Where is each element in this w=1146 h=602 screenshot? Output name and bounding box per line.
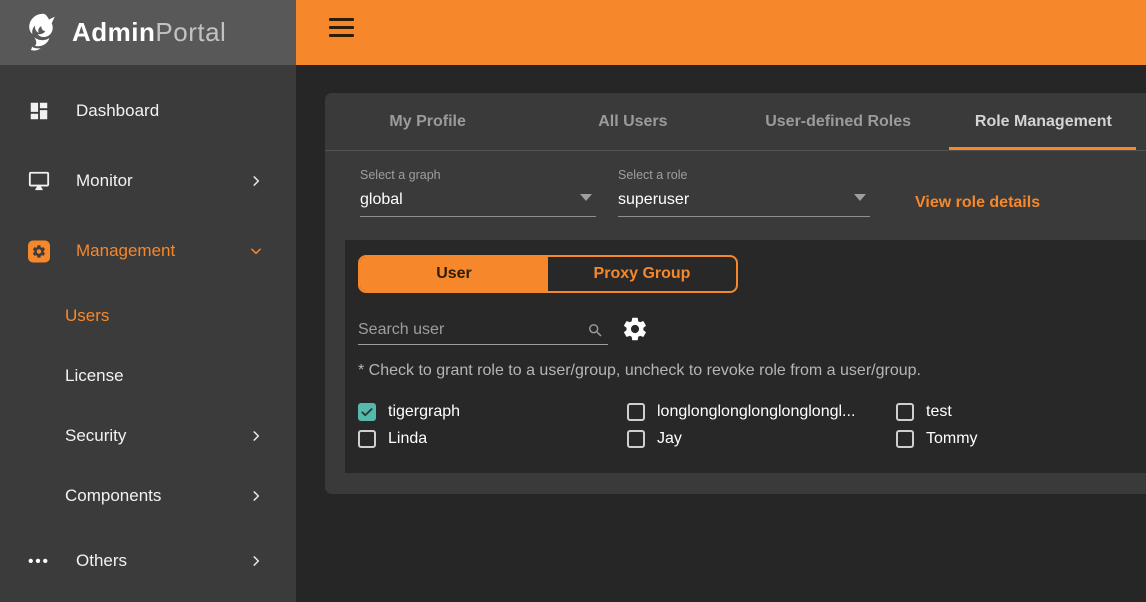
sidebar-item-label: Monitor [76, 171, 133, 191]
tab-my-profile[interactable]: My Profile [325, 93, 530, 150]
search-user-input[interactable] [358, 315, 608, 345]
toggle-user-button[interactable]: User [360, 257, 548, 291]
sidebar-item-dashboard[interactable]: Dashboard [0, 94, 296, 128]
user-checkbox-jay[interactable]: Jay [627, 425, 896, 452]
user-name: tigergraph [388, 403, 460, 421]
dropdown-arrow-icon [854, 194, 866, 201]
search-icon [587, 322, 604, 339]
hamburger-menu-icon[interactable] [329, 18, 354, 37]
search-row [358, 315, 608, 349]
user-name: test [926, 403, 952, 421]
top-bar [296, 0, 1146, 65]
dropdown-arrow-icon [580, 194, 592, 201]
tab-all-users[interactable]: All Users [530, 93, 735, 150]
brand-light: Portal [155, 17, 226, 47]
monitor-icon [27, 169, 51, 193]
user-proxy-toggle: User Proxy Group [358, 255, 738, 293]
sidebar-item-components[interactable]: Components [0, 479, 296, 513]
user-checkbox-tommy[interactable]: Tommy [896, 425, 1138, 452]
sidebar-item-label: Management [76, 241, 175, 261]
sidebar-item-others[interactable]: ••• Others [0, 544, 296, 578]
role-select[interactable]: Select a role superuser [618, 152, 870, 240]
tiger-logo-icon [20, 11, 64, 55]
sidebar-item-management[interactable]: Management [0, 234, 296, 268]
brand-bold: Admin [72, 17, 155, 47]
tab-user-defined-roles[interactable]: User-defined Roles [736, 93, 941, 150]
user-name: longlonglonglonglonglongl... [657, 403, 855, 421]
user-name: Linda [388, 430, 427, 448]
select-underline [618, 216, 870, 217]
sidebar-item-label: Components [65, 486, 161, 506]
sidebar-item-label: Users [65, 306, 109, 326]
checkbox-icon [896, 403, 914, 421]
chevron-down-icon [249, 244, 263, 258]
checkbox-icon [896, 430, 914, 448]
checkbox-icon [627, 403, 645, 421]
checkbox-icon [358, 403, 376, 421]
user-name: Jay [657, 430, 682, 448]
select-underline [360, 216, 596, 217]
ellipsis-icon: ••• [27, 549, 51, 573]
role-select-label: Select a role [618, 168, 870, 182]
chevron-right-icon [249, 429, 263, 443]
user-name: Tommy [926, 430, 978, 448]
grant-role-panel: User Proxy Group * Check to grant role t… [345, 240, 1146, 473]
tab-bar: My Profile All Users User-defined Roles … [325, 93, 1146, 151]
sidebar-item-label: Security [65, 426, 126, 446]
graph-select-value: global [360, 191, 596, 209]
user-checkbox-longname[interactable]: longlonglonglonglonglongl... [627, 398, 896, 425]
toggle-proxy-group-button[interactable]: Proxy Group [548, 257, 736, 291]
sidebar-item-license[interactable]: License [0, 359, 296, 393]
admin-portal-app: AdminPortal Dashboard Monitor Management [0, 0, 1146, 602]
dashboard-icon [27, 99, 51, 123]
role-management-card: My Profile All Users User-defined Roles … [325, 93, 1146, 494]
sidebar-item-security[interactable]: Security [0, 419, 296, 453]
chevron-right-icon [249, 174, 263, 188]
search-settings-gear-icon[interactable] [621, 315, 649, 343]
main-content: My Profile All Users User-defined Roles … [296, 65, 1146, 602]
sidebar-item-users[interactable]: Users [0, 299, 296, 333]
graph-select[interactable]: Select a graph global [360, 152, 596, 240]
brand-title: AdminPortal [72, 17, 226, 48]
logo-band: AdminPortal [0, 0, 296, 65]
sidebar-item-label: License [65, 366, 124, 386]
tab-role-management[interactable]: Role Management [941, 93, 1146, 150]
filter-row: Select a graph global Select a role supe… [360, 152, 1136, 240]
sidebar: Dashboard Monitor Management Users Licen… [0, 65, 296, 602]
checkbox-icon [627, 430, 645, 448]
chevron-right-icon [249, 554, 263, 568]
grant-role-note: * Check to grant role to a user/group, u… [358, 362, 921, 380]
sidebar-item-label: Dashboard [76, 101, 159, 121]
sidebar-item-monitor[interactable]: Monitor [0, 164, 296, 198]
role-select-value: superuser [618, 191, 870, 209]
user-checkbox-grid: tigergraph longlonglonglonglonglongl... … [358, 398, 1138, 452]
user-checkbox-linda[interactable]: Linda [358, 425, 627, 452]
view-role-details-link[interactable]: View role details [915, 194, 1040, 240]
graph-select-label: Select a graph [360, 168, 596, 182]
user-checkbox-tigergraph[interactable]: tigergraph [358, 398, 627, 425]
checkbox-icon [358, 430, 376, 448]
user-checkbox-test[interactable]: test [896, 398, 1138, 425]
sidebar-item-label: Others [76, 551, 127, 571]
management-gear-icon [27, 239, 51, 263]
chevron-right-icon [249, 489, 263, 503]
